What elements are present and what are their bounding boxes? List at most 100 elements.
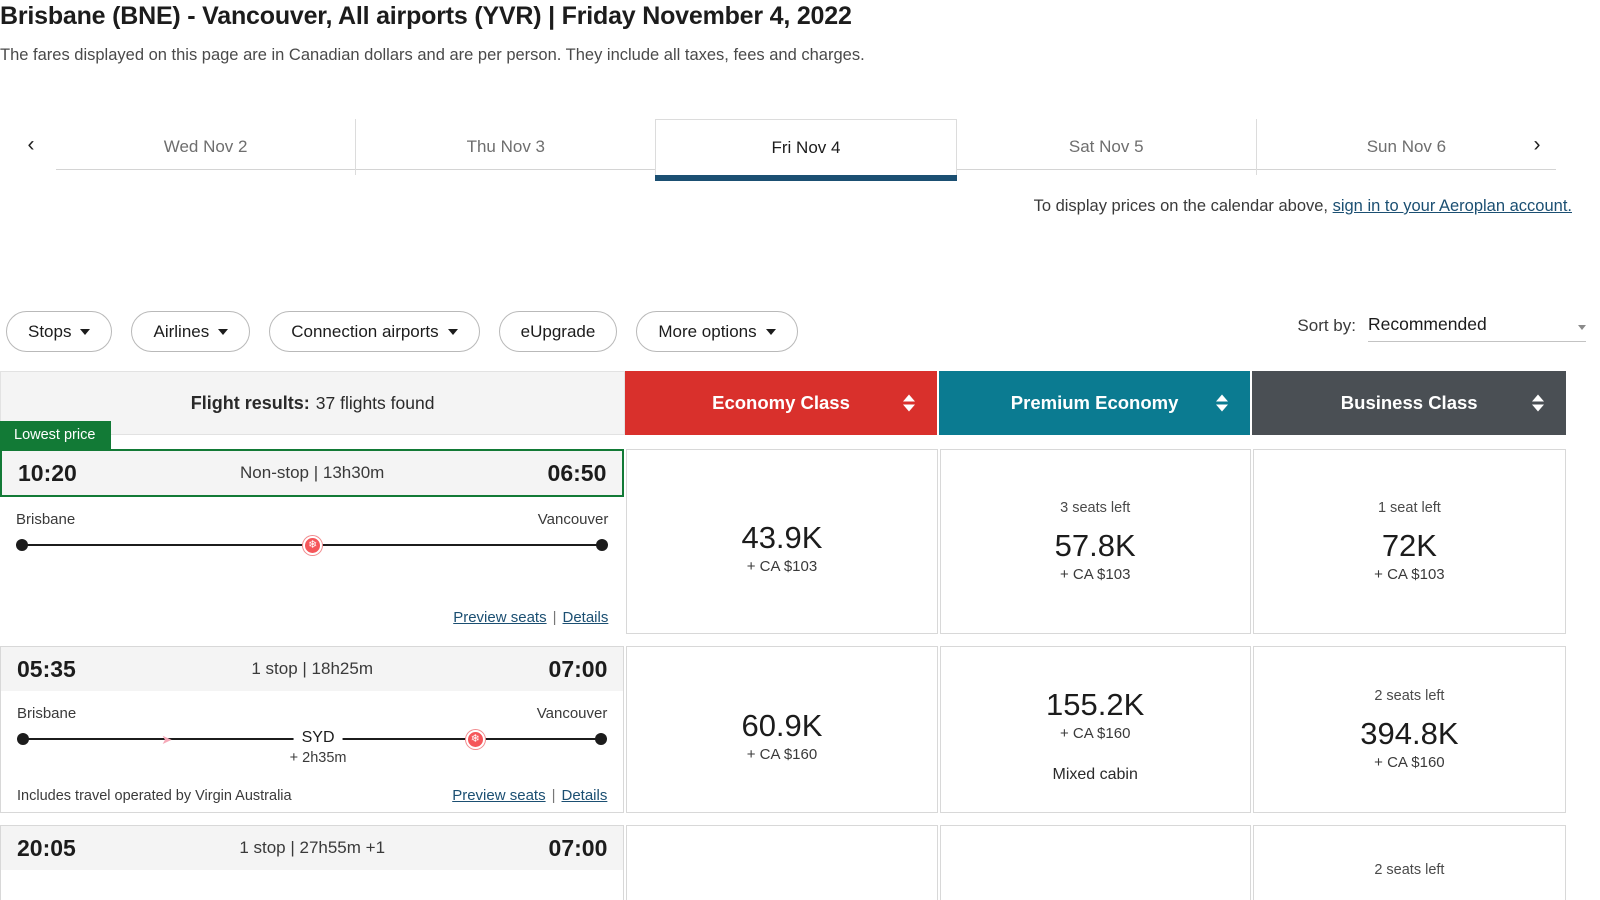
fare-disclaimer: The fares displayed on this page are in … <box>0 46 865 64</box>
origin-city: Brisbane <box>16 511 76 528</box>
price-points-economy: 43.9K <box>741 519 823 555</box>
price-cell-premium-economy[interactable]: 3 seats left 57.8K + CA $103 <box>939 449 1251 634</box>
previous-dates-arrow-icon[interactable]: ‹ <box>12 119 50 171</box>
route-line: ➤ ❄ SYD + 2h35m <box>17 729 608 766</box>
filter-more-options-label: More options <box>658 321 757 341</box>
flight-summary: 1 stop | 27h55m +1 <box>239 838 386 857</box>
filter-airlines-label: Airlines <box>153 321 210 341</box>
page-title: Brisbane (BNE) - Vancouver, All airports… <box>0 2 852 30</box>
arrival-time: 07:00 <box>548 834 608 861</box>
route-endpoint-labels: Brisbane Vancouver <box>16 511 608 528</box>
departure-time: 20:05 <box>17 834 76 861</box>
chevron-down-icon <box>447 328 458 335</box>
sort-arrows-icon[interactable] <box>1531 394 1544 412</box>
price-cell-economy[interactable]: 60.9K + CA $160 <box>626 646 938 813</box>
air-canada-maple-leaf-icon: ❄ <box>303 536 323 555</box>
flight-summary: Non-stop | 13h30m <box>240 463 385 482</box>
table-row: Lowest price 10:20 Non-stop | 13h30m 06:… <box>0 421 1567 634</box>
chevron-down-icon <box>218 328 229 335</box>
filter-eupgrade-label: eUpgrade <box>520 321 596 341</box>
price-cell-premium-economy[interactable]: 155.2K + CA $160 Mixed cabin <box>939 646 1251 813</box>
price-points-premium: 155.2K <box>1046 686 1145 722</box>
link-separator: | <box>551 787 556 804</box>
filter-connection-airports-button[interactable]: Connection airports <box>269 311 480 352</box>
origin-city: Brisbane <box>17 705 77 722</box>
date-tab-thu-nov-3[interactable]: Thu Nov 3 <box>355 119 655 175</box>
filter-airlines-button[interactable]: Airlines <box>131 311 251 352</box>
departure-time: 05:35 <box>17 655 76 682</box>
filter-bar: Stops Airlines Connection airports eUpgr… <box>6 311 798 352</box>
column-header-premium-economy[interactable]: Premium Economy <box>938 371 1251 435</box>
flight-results-list: Lowest price 10:20 Non-stop | 13h30m 06:… <box>0 421 1567 900</box>
price-cell-business[interactable]: 1 seat left 72K + CA $103 <box>1252 449 1567 634</box>
results-header-bar: Flight results: 37 flights found Economy… <box>0 371 1566 435</box>
route-endpoint-labels: Brisbane Vancouver <box>17 705 607 722</box>
price-points-premium: 57.8K <box>1054 527 1136 563</box>
preview-seats-link[interactable]: Preview seats <box>453 609 546 626</box>
chevron-down-icon <box>765 328 776 335</box>
filter-eupgrade-button[interactable]: eUpgrade <box>498 311 618 352</box>
virgin-australia-logo-icon: ➤ <box>161 731 173 747</box>
column-header-business-label: Business Class <box>1340 392 1478 413</box>
origin-dot-icon <box>16 539 28 551</box>
table-row: 05:35 1 stop | 18h25m 07:00 Brisbane Van… <box>0 646 1566 813</box>
itinerary-footer: Includes travel operated by Virgin Austr… <box>1 782 623 812</box>
flight-results-count-value: 37 flights found <box>315 392 435 413</box>
price-taxes-economy: + CA $103 <box>746 558 818 576</box>
flight-summary: 1 stop | 18h25m <box>251 659 373 678</box>
preview-seats-link[interactable]: Preview seats <box>452 787 545 804</box>
column-header-premium-label: Premium Economy <box>1010 392 1179 413</box>
route-diagram: Brisbane Vancouver ➤ ❄ SYD + 2h35m <box>1 691 623 782</box>
destination-city: Vancouver <box>536 705 608 722</box>
price-points-business: 394.8K <box>1360 715 1459 751</box>
sort-arrows-icon[interactable] <box>902 394 915 412</box>
column-header-business-class[interactable]: Business Class <box>1252 371 1566 435</box>
route-line: ❄ <box>16 536 609 555</box>
filter-stops-button[interactable]: Stops <box>6 311 113 352</box>
arrival-time: 06:50 <box>547 459 607 486</box>
route-diagram: Brisbane Vancouver ❄ <box>0 497 624 604</box>
sort-by-control: Sort by: Recommended <box>1297 314 1586 342</box>
connection-duration: + 2h35m <box>289 750 347 766</box>
seats-left-business: 2 seats left <box>1374 862 1445 878</box>
details-link[interactable]: Details <box>563 609 609 626</box>
details-link[interactable]: Details <box>562 787 608 804</box>
destination-dot-icon <box>596 539 609 551</box>
itinerary-footer: Preview seats | Details <box>0 604 624 634</box>
link-separator: | <box>552 609 557 626</box>
lowest-price-badge: Lowest price <box>0 421 112 449</box>
aeroplan-signin-link[interactable]: sign in to your Aeroplan account. <box>1333 197 1572 215</box>
arrival-time: 07:00 <box>548 655 608 682</box>
price-taxes-premium: + CA $103 <box>1059 566 1131 584</box>
price-cell-premium-economy[interactable] <box>939 825 1251 900</box>
price-points-business: 72K <box>1381 527 1437 563</box>
price-cell-economy[interactable] <box>626 825 938 900</box>
price-points-economy: 60.9K <box>741 707 823 743</box>
filter-more-options-button[interactable]: More options <box>636 311 798 352</box>
seats-left-business: 1 seat left <box>1377 499 1441 516</box>
date-tab-wed-nov-2[interactable]: Wed Nov 2 <box>56 119 355 175</box>
itinerary-cell[interactable]: 05:35 1 stop | 18h25m 07:00 Brisbane Van… <box>0 646 625 813</box>
itinerary-cell[interactable]: Lowest price 10:20 Non-stop | 13h30m 06:… <box>0 421 625 634</box>
column-header-economy-label: Economy Class <box>712 392 850 413</box>
price-cell-business[interactable]: 2 seats left <box>1252 825 1566 900</box>
table-row: 20:05 1 stop | 27h55m +1 07:00 2 seats l… <box>0 825 1566 900</box>
itinerary-cell[interactable]: 20:05 1 stop | 27h55m +1 07:00 <box>0 825 625 900</box>
chevron-down-icon <box>80 328 91 335</box>
column-header-economy-class[interactable]: Economy Class <box>625 371 937 435</box>
sort-by-select[interactable]: Recommended <box>1368 314 1586 342</box>
sort-arrows-icon[interactable] <box>1216 394 1229 412</box>
operated-by-note: Includes travel operated by Virgin Austr… <box>17 788 292 804</box>
date-tab-fri-nov-4[interactable]: Fri Nov 4 <box>655 119 957 181</box>
price-cell-business[interactable]: 2 seats left 394.8K + CA $160 <box>1252 646 1566 813</box>
price-cell-economy[interactable]: 43.9K + CA $103 <box>626 449 938 634</box>
origin-dot-icon <box>17 733 29 745</box>
connection-airport-code: SYD <box>293 729 343 747</box>
date-tab-sat-nov-5[interactable]: Sat Nov 5 <box>957 119 1256 175</box>
lowest-price-frame: 10:20 Non-stop | 13h30m 06:50 <box>0 449 625 497</box>
date-tab-sun-nov-6[interactable]: Sun Nov 6 <box>1255 119 1556 175</box>
mixed-cabin-note: Mixed cabin <box>1052 766 1138 784</box>
price-taxes-business: + CA $160 <box>1374 754 1445 772</box>
flight-search-results-page: Brisbane (BNE) - Vancouver, All airports… <box>0 0 1600 900</box>
date-tabs: Wed Nov 2 Thu Nov 3 Fri Nov 4 Sat Nov 5 … <box>56 119 1556 181</box>
